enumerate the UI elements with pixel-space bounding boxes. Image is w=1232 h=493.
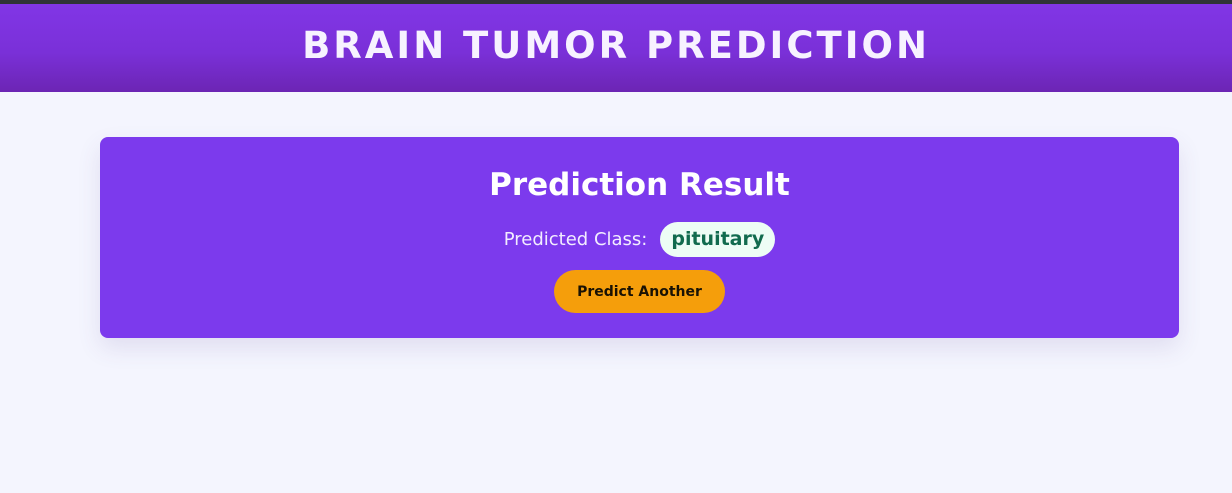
page-header: BRAIN TUMOR PREDICTION [0, 4, 1232, 92]
prediction-result-card: Prediction Result Predicted Class: pitui… [100, 137, 1179, 338]
result-card-title: Prediction Result [489, 167, 790, 203]
predicted-class-row: Predicted Class: pituitary [100, 221, 1179, 257]
predict-another-button[interactable]: Predict Another [554, 270, 725, 313]
page-title: BRAIN TUMOR PREDICTION [302, 23, 930, 67]
predicted-class-label: Predicted Class: [503, 228, 648, 250]
predicted-class-badge: pituitary [660, 221, 776, 257]
